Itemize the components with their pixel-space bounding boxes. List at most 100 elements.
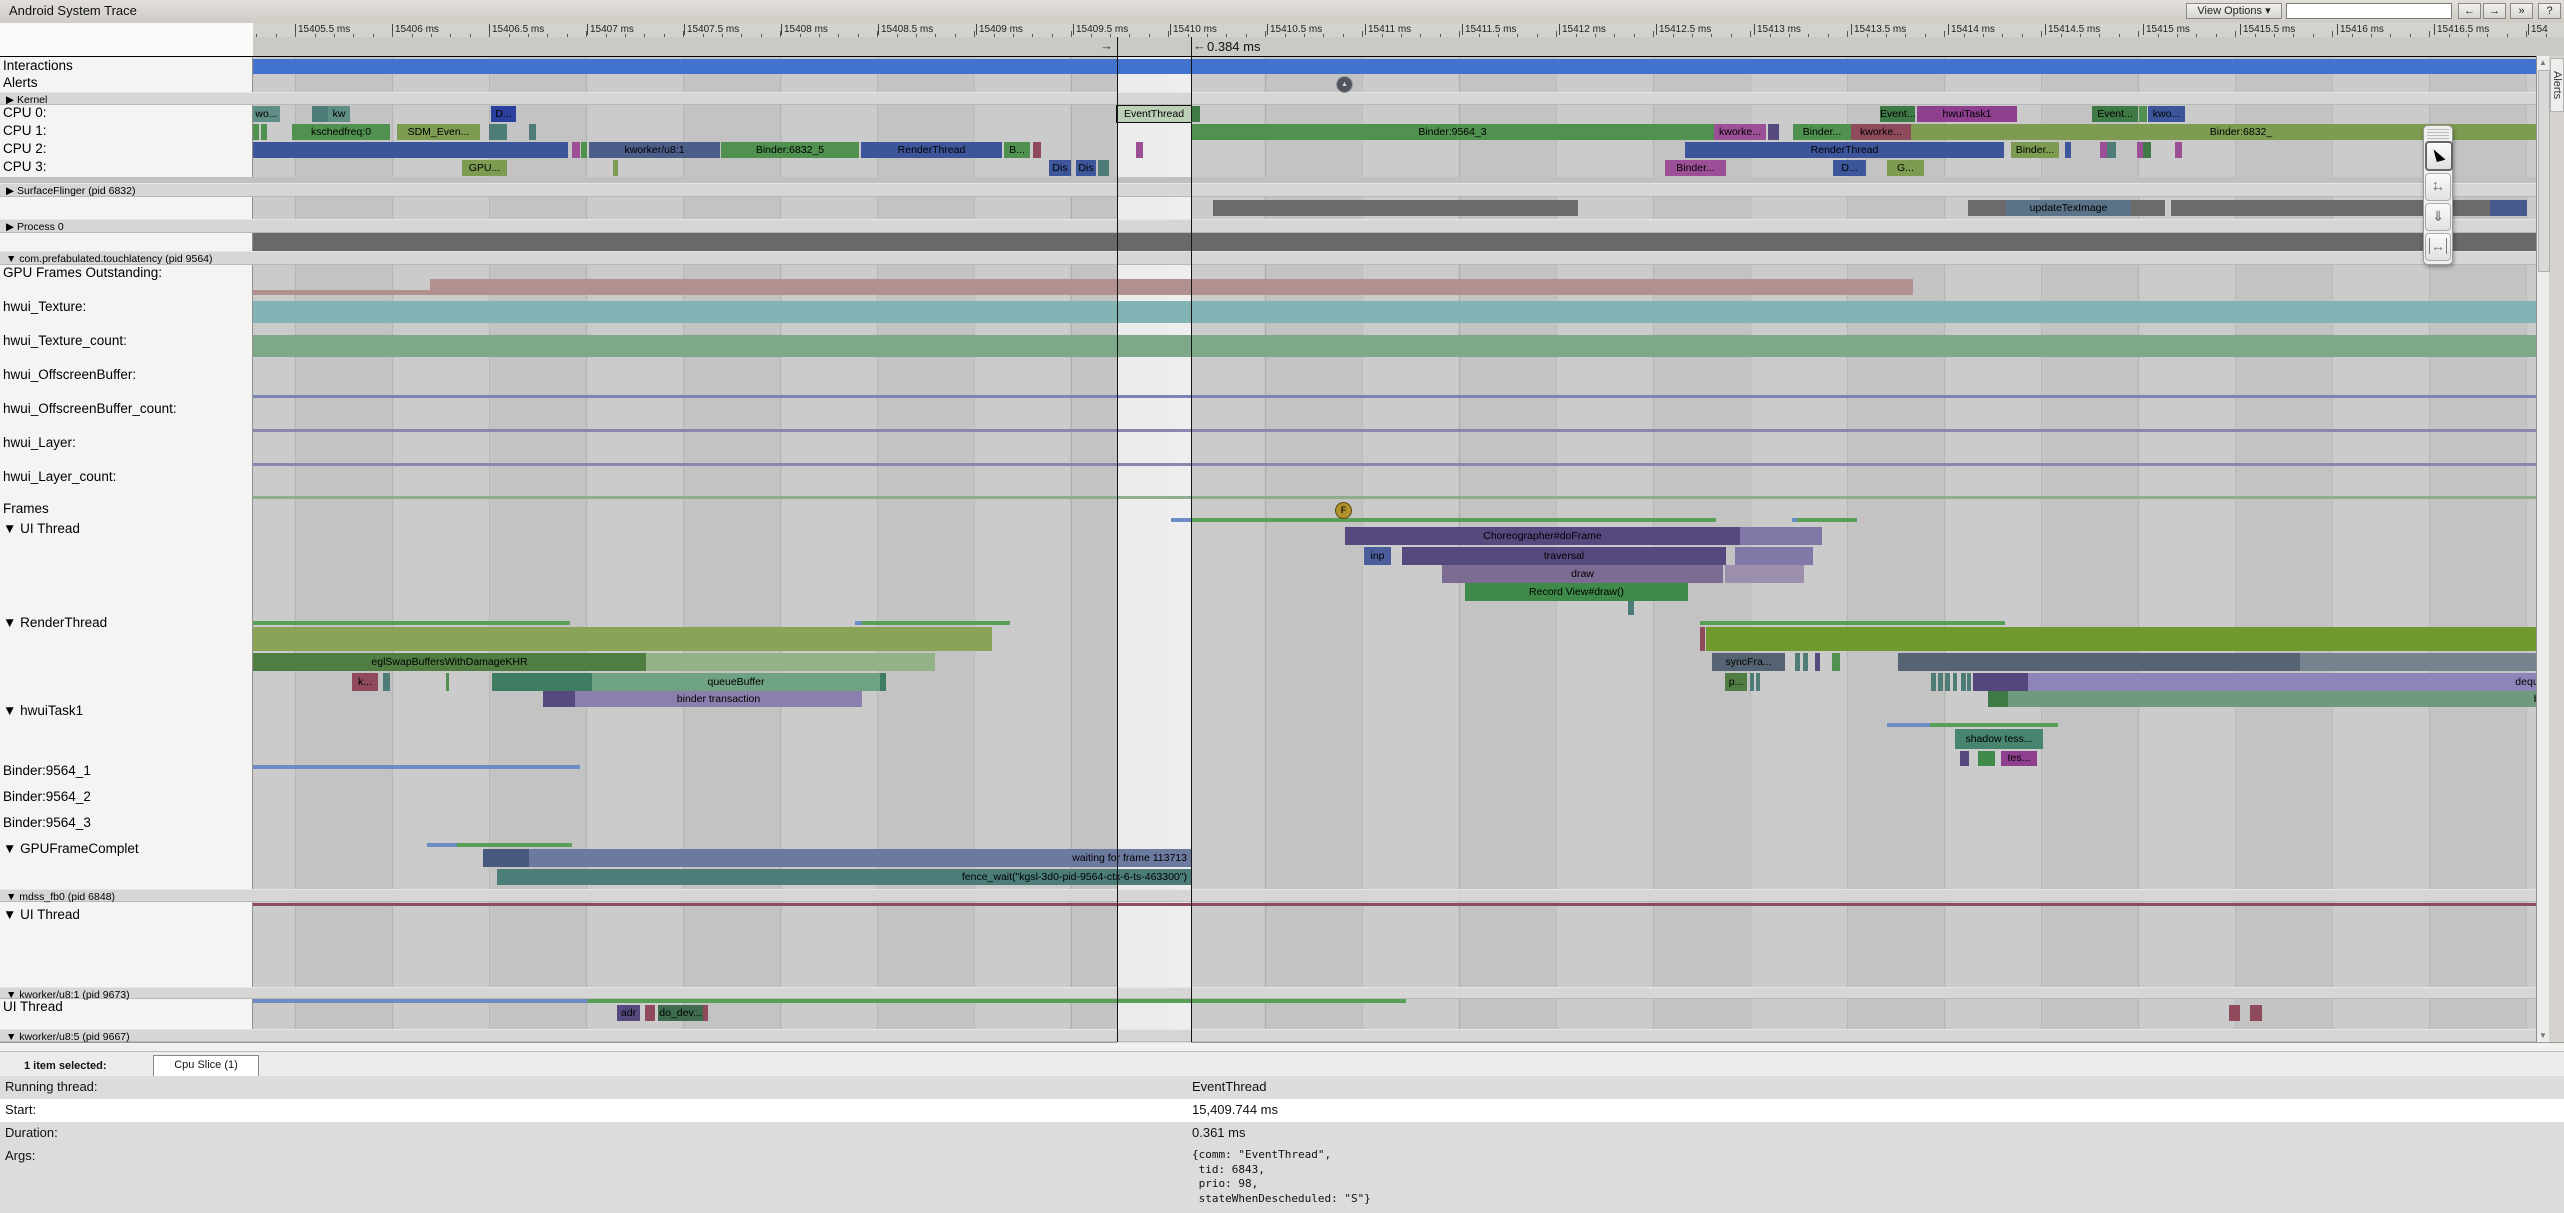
trace-slice[interactable]: [1750, 673, 1754, 691]
trace-slice[interactable]: [1740, 527, 1822, 545]
back-button[interactable]: ←: [2458, 3, 2481, 19]
trace-slice[interactable]: [2131, 200, 2165, 216]
trace-slice[interactable]: Binder:9564_3: [1191, 124, 1714, 140]
search-input[interactable]: [2286, 3, 2452, 19]
trace-slice[interactable]: [1700, 627, 1705, 651]
scroll-up-icon[interactable]: ▲: [2537, 58, 2549, 67]
selection-line-end[interactable]: [1191, 37, 1192, 1042]
trace-slice[interactable]: [253, 59, 2536, 74]
trace-slice[interactable]: [446, 673, 449, 691]
trace-slice[interactable]: [1213, 200, 1578, 216]
trace-slice[interactable]: kworker/u8:1: [589, 142, 720, 158]
view-options-button[interactable]: View Options ▾: [2186, 3, 2282, 19]
trace-slice[interactable]: [1968, 200, 2006, 216]
trace-slice[interactable]: [1973, 673, 2028, 691]
process-section-header[interactable]: ▼ kworker/u8:5 (pid 9667): [0, 1029, 2536, 1042]
trace-slice[interactable]: kworke...: [1714, 124, 1766, 140]
trace-slice[interactable]: [1136, 142, 1143, 158]
trace-slice[interactable]: [492, 673, 592, 691]
trace-slice[interactable]: [1898, 653, 2300, 671]
trace-slice[interactable]: Event...: [2092, 106, 2138, 122]
trace-slice[interactable]: [2250, 1005, 2262, 1021]
trace-slice[interactable]: [2175, 142, 2182, 158]
trace-slice[interactable]: [253, 301, 2536, 323]
trace-slice-selected[interactable]: EventThread: [1117, 106, 1191, 122]
trace-slice[interactable]: syncFra...: [1712, 653, 1785, 671]
trace-slice[interactable]: GPU...: [462, 160, 507, 176]
trace-slice[interactable]: shadow tess...: [1955, 729, 2043, 749]
trace-slice[interactable]: [2100, 142, 2107, 158]
trace-slice[interactable]: [2229, 1005, 2240, 1021]
selection-tool-button[interactable]: [2425, 141, 2453, 171]
trace-slice[interactable]: [703, 1005, 708, 1021]
trace-slice[interactable]: RenderThread: [1685, 142, 2004, 158]
trace-slice[interactable]: [2107, 142, 2116, 158]
trace-slice[interactable]: queueBuffer: [592, 673, 880, 691]
timing-tool-button[interactable]: ↔: [2425, 233, 2451, 261]
trace-slice[interactable]: p...: [1725, 673, 1747, 691]
trace-slice[interactable]: [1033, 142, 1041, 158]
trace-slice[interactable]: Choreographer#doFrame: [1345, 527, 1740, 545]
trace-slice[interactable]: [1953, 673, 1957, 691]
trace-slice[interactable]: [1967, 673, 1971, 691]
trace-slice[interactable]: [2139, 106, 2147, 122]
trace-slice[interactable]: fence_wait("kgsl-3d0-pid-9564-ctx-6-ts-4…: [497, 869, 1191, 885]
trace-slice[interactable]: kwo...: [2148, 106, 2185, 122]
trace-slice[interactable]: waiting for frame 113713: [529, 849, 1191, 867]
trace-slice[interactable]: Binder...: [1793, 124, 1851, 140]
trace-slice[interactable]: do_dev...: [658, 1005, 703, 1021]
trace-slice[interactable]: [1768, 124, 1779, 140]
trace-slice[interactable]: [253, 124, 259, 140]
tab-cpu-slice[interactable]: Cpu Slice (1): [153, 1055, 259, 1076]
trace-slice[interactable]: [1961, 673, 1966, 691]
trace-slice[interactable]: dequeueBuffer: [2028, 673, 2536, 691]
trace-slice[interactable]: [1725, 565, 1804, 583]
process-section-header[interactable]: ▶ Kernel: [0, 92, 2536, 105]
trace-slice[interactable]: [1706, 627, 2536, 651]
trace-slice[interactable]: adr: [617, 1005, 640, 1021]
trace-slice[interactable]: [581, 142, 587, 158]
alert-marker-icon[interactable]: ▲: [1336, 76, 1353, 93]
forward-button[interactable]: →: [2483, 3, 2506, 19]
scrollbar-thumb[interactable]: [2538, 70, 2550, 272]
process-section-header[interactable]: ▶ Process 0: [0, 219, 2536, 233]
process-section-header[interactable]: ▼ com.prefabulated.touchlatency (pid 956…: [0, 251, 2536, 265]
trace-slice[interactable]: [880, 673, 886, 691]
trace-slice[interactable]: [253, 627, 992, 651]
trace-slice[interactable]: kw: [328, 106, 350, 122]
trace-slice[interactable]: [1756, 673, 1760, 691]
trace-slice[interactable]: [1815, 653, 1820, 671]
trace-slice[interactable]: kschedfreq:0: [292, 124, 390, 140]
trace-slice[interactable]: [645, 1005, 655, 1021]
frame-marker-icon[interactable]: F: [1335, 502, 1352, 519]
process-section-header[interactable]: ▼ mdss_fb0 (pid 6848): [0, 889, 2536, 902]
trace-slice[interactable]: Binder:6832_5: [721, 142, 859, 158]
trace-slice[interactable]: [430, 279, 1913, 295]
trace-slice[interactable]: [253, 335, 2536, 357]
trace-slice[interactable]: D...: [491, 106, 516, 122]
trace-slice[interactable]: [1098, 160, 1109, 176]
trace-slice[interactable]: Record View#draw(): [1465, 583, 1688, 601]
trace-slice[interactable]: [1795, 653, 1800, 671]
process-section-header[interactable]: ▶ SurfaceFlinger (pid 6832): [0, 183, 2536, 197]
trace-slice[interactable]: B...: [1004, 142, 1030, 158]
pan-tool-button[interactable]: ↔↔: [2425, 173, 2451, 201]
vertical-scrollbar[interactable]: ▲ ▼: [2536, 56, 2549, 1042]
trace-slice[interactable]: [646, 653, 935, 671]
selection-line-start[interactable]: [1117, 37, 1118, 1042]
trace-slice[interactable]: [1628, 601, 1634, 615]
trace-slice[interactable]: [2300, 653, 2536, 671]
palette-grip-handle[interactable]: [2427, 128, 2449, 139]
trace-slice[interactable]: eglSwapBuffersWithDamageKHR: [253, 653, 646, 671]
scroll-down-icon[interactable]: ▼: [2537, 1031, 2549, 1040]
trace-slice[interactable]: [253, 233, 2536, 251]
alerts-side-tab[interactable]: Alerts: [2550, 58, 2564, 112]
trace-slice[interactable]: [1938, 673, 1943, 691]
trace-slice[interactable]: [2490, 200, 2527, 216]
trace-slice[interactable]: Dis: [1076, 160, 1096, 176]
zoom-tool-button[interactable]: ⇓: [2425, 203, 2451, 231]
trace-slice[interactable]: kworke...: [1851, 124, 1911, 140]
trace-slice[interactable]: k...: [352, 673, 378, 691]
trace-slice[interactable]: Event...: [1880, 106, 1915, 122]
trace-slice[interactable]: [2143, 142, 2151, 158]
